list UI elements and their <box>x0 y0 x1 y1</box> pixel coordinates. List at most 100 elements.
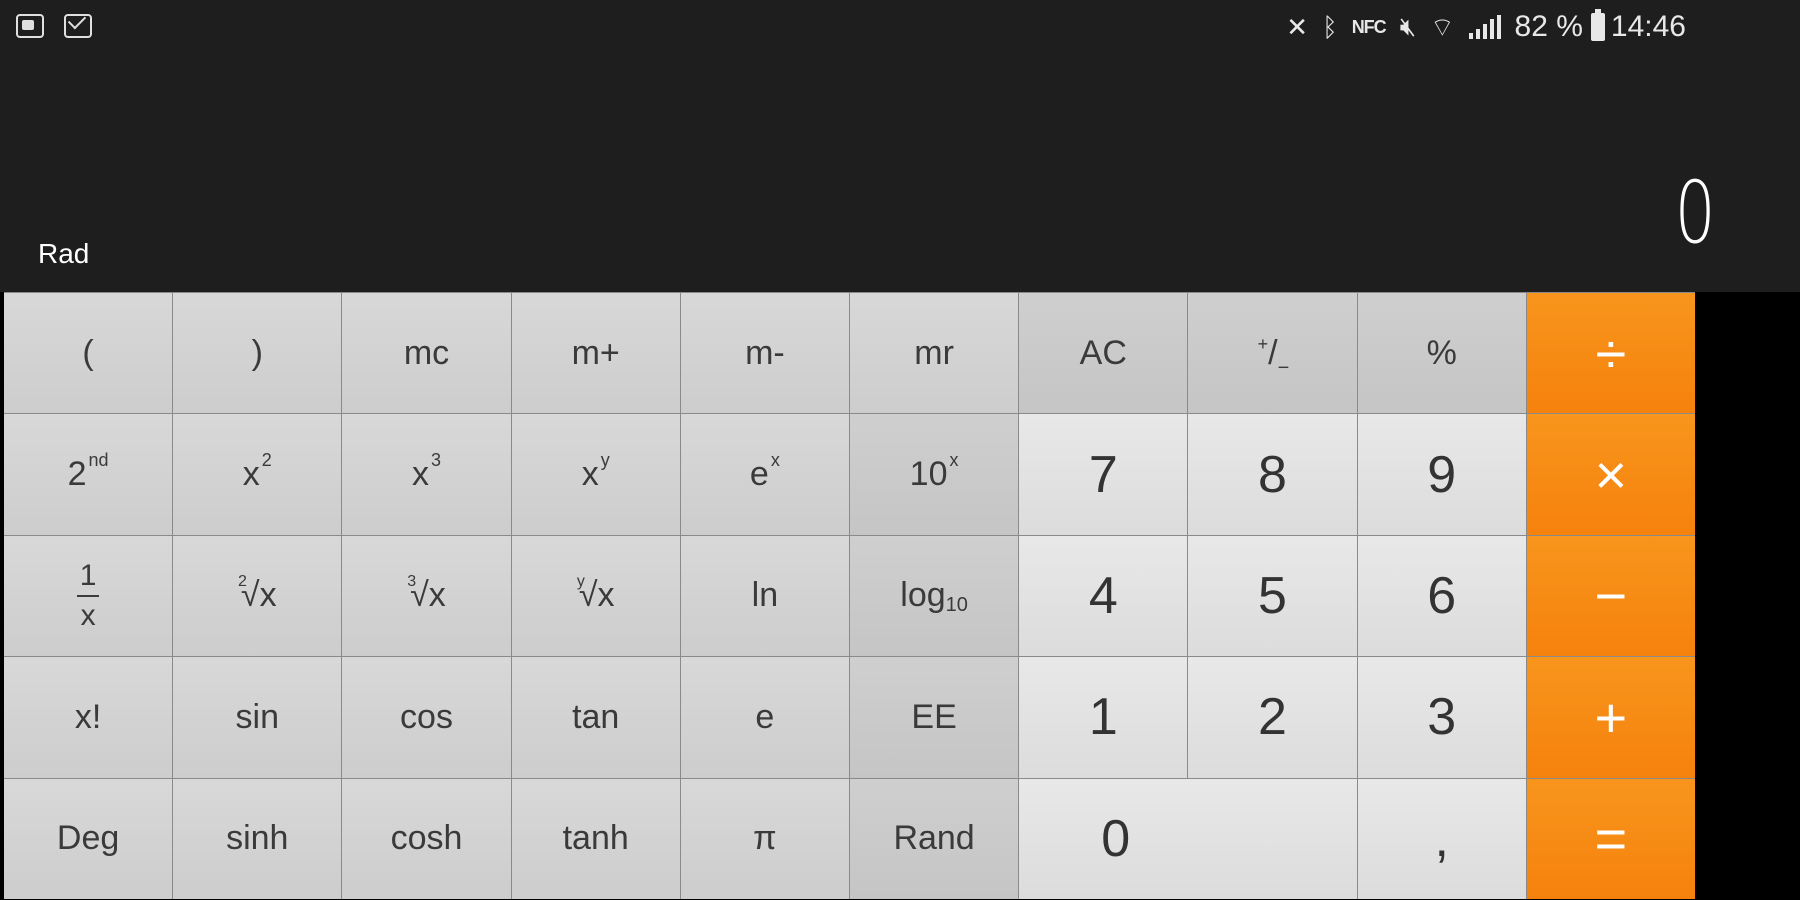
digit-1-button[interactable]: 1 <box>1019 657 1188 778</box>
plus-minus-minus: − <box>1277 356 1290 379</box>
reciprocal-button[interactable]: 1x <box>4 535 173 657</box>
natural-log-button[interactable]: ln <box>680 535 849 657</box>
reciprocal-numerator: 1 <box>79 558 97 592</box>
digit-9-label: 9 <box>1427 445 1457 504</box>
open-paren-label: ( <box>82 333 94 372</box>
cos-button[interactable]: cos <box>342 657 511 778</box>
calculator-screen: ✕ ᛒ NFC 🔇︎ ⌔ 82 % 14:46 Rad 0 ( ) mc m+ … <box>0 0 1800 900</box>
x-squared-button[interactable]: x2 <box>173 414 342 535</box>
cos-label: cos <box>400 697 453 736</box>
y-root-button[interactable]: y √x <box>511 535 680 657</box>
x-cubed-button[interactable]: x3 <box>342 414 511 535</box>
second-function-sup: nd <box>88 450 109 471</box>
digit-5-button[interactable]: 5 <box>1188 535 1357 657</box>
ten-power-x-button[interactable]: 10 x <box>849 414 1019 535</box>
mute-icon: 🔇︎ <box>1399 11 1417 41</box>
log10-base: log <box>900 576 946 615</box>
sinh-button[interactable]: sinh <box>173 778 342 899</box>
plus-minus-button[interactable]: +/− <box>1188 293 1357 414</box>
digit-9-button[interactable]: 9 <box>1357 414 1526 535</box>
plus-label: + <box>1594 685 1628 749</box>
sinh-label: sinh <box>226 819 289 858</box>
random-button[interactable]: Rand <box>849 778 1019 899</box>
percent-button[interactable]: % <box>1357 293 1526 414</box>
equals-label: = <box>1594 807 1628 871</box>
status-right: ✕ ᛒ NFC 🔇︎ ⌔ 82 % 14:46 <box>1286 9 1686 44</box>
close-paren-button[interactable]: ) <box>173 293 342 414</box>
reciprocal-fraction: 1x <box>77 558 100 631</box>
memory-recall-button[interactable]: mr <box>849 293 1019 414</box>
digit-1-label: 1 <box>1088 688 1118 747</box>
pi-button[interactable]: π <box>680 778 849 899</box>
decimal-comma-label: , <box>1434 809 1449 868</box>
memory-subtract-button[interactable]: m- <box>680 293 849 414</box>
ten-power-x-sup: x <box>949 450 959 471</box>
x-cubed-base: x <box>411 455 429 494</box>
y-root-index: y <box>576 572 585 590</box>
open-paren-button[interactable]: ( <box>4 293 173 414</box>
degree-mode-button[interactable]: Deg <box>4 778 173 899</box>
minus-label: − <box>1594 564 1628 628</box>
divide-button[interactable]: ÷ <box>1526 293 1695 414</box>
x-cubed-sup: 3 <box>430 450 441 471</box>
memory-add-label: m+ <box>571 333 620 372</box>
plus-button[interactable]: + <box>1526 657 1695 778</box>
mail-icon <box>64 14 92 38</box>
x-power-y-base: x <box>581 455 599 494</box>
digit-0-label: 0 <box>1101 809 1131 868</box>
x-power-y-sup: y <box>600 450 610 471</box>
digit-8-button[interactable]: 8 <box>1188 414 1357 535</box>
e-power-x-base: e <box>749 455 769 494</box>
tanh-button[interactable]: tanh <box>511 778 680 899</box>
degree-mode-label: Deg <box>56 819 120 858</box>
euler-button[interactable]: e <box>680 657 849 778</box>
square-root-button[interactable]: 2 √x <box>173 535 342 657</box>
x-squared-base: x <box>242 455 260 494</box>
digit-3-label: 3 <box>1427 688 1457 747</box>
sin-button[interactable]: sin <box>173 657 342 778</box>
digit-7-button[interactable]: 7 <box>1019 414 1188 535</box>
factorial-button[interactable]: x! <box>4 657 173 778</box>
divide-label: ÷ <box>1595 321 1627 385</box>
cube-root-button[interactable]: 3 √x <box>342 535 511 657</box>
calculator-display: Rad 0 <box>0 60 1800 292</box>
ee-button[interactable]: EE <box>849 657 1019 778</box>
second-function-base: 2 <box>67 455 87 494</box>
euler-label: e <box>755 697 775 736</box>
keypad: ( ) mc m+ m- mr AC +/− % ÷ 2nd x2 x3 xy … <box>4 292 1695 899</box>
digit-4-button[interactable]: 4 <box>1019 535 1188 657</box>
equals-button[interactable]: = <box>1526 778 1695 899</box>
battery-percent: 82 % <box>1514 10 1583 43</box>
e-power-x-button[interactable]: ex <box>680 414 849 535</box>
log10-button[interactable]: log 10 <box>849 535 1019 657</box>
x-power-y-button[interactable]: xy <box>511 414 680 535</box>
ee-label: EE <box>911 697 957 736</box>
memory-clear-button[interactable]: mc <box>342 293 511 414</box>
nfc-icon: NFC <box>1351 16 1387 37</box>
multiply-button[interactable]: × <box>1526 414 1695 535</box>
cosh-button[interactable]: cosh <box>342 778 511 899</box>
close-paren-label: ) <box>251 333 263 372</box>
digit-6-button[interactable]: 6 <box>1357 535 1526 657</box>
multiply-label: × <box>1594 443 1628 507</box>
decimal-comma-button[interactable]: , <box>1357 778 1526 899</box>
digit-0-button[interactable]: 0 <box>1019 778 1357 899</box>
minus-button[interactable]: − <box>1526 535 1695 657</box>
tan-button[interactable]: tan <box>511 657 680 778</box>
memory-add-button[interactable]: m+ <box>511 293 680 414</box>
clock: 14:46 <box>1610 10 1686 43</box>
x-squared-sup: 2 <box>261 450 272 471</box>
bluetooth-icon: ᛒ <box>1322 11 1338 42</box>
second-function-button[interactable]: 2nd <box>4 414 173 535</box>
percent-label: % <box>1426 333 1457 372</box>
tanh-label: tanh <box>562 819 629 858</box>
status-left-icons <box>16 14 92 38</box>
wifi-icon: ⌔ <box>1430 11 1455 42</box>
battery-icon <box>1590 9 1605 41</box>
notification-icon <box>16 14 44 38</box>
angle-mode-label: Rad <box>38 238 90 269</box>
digit-2-button[interactable]: 2 <box>1188 657 1357 778</box>
plus-minus-label: +/− <box>1256 334 1290 379</box>
all-clear-button[interactable]: AC <box>1019 293 1188 414</box>
digit-3-button[interactable]: 3 <box>1357 657 1526 778</box>
